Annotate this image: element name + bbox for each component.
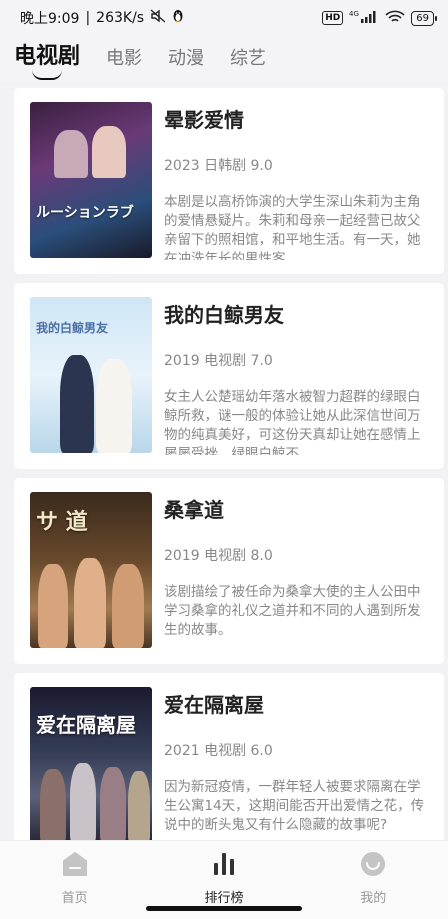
status-divider: | (85, 10, 91, 26)
poster-image: 我的白鲸男友 (30, 297, 152, 453)
poster-image: 爱在隔离屋 (30, 687, 152, 840)
home-icon (61, 851, 89, 881)
poster-figure (40, 769, 66, 840)
poster-title: 爱在隔离屋 (36, 713, 136, 737)
poster-title: ルーションラブ (36, 205, 134, 221)
poster-figure (96, 359, 132, 453)
item-title: 桑拿道 (164, 498, 224, 522)
poster-figure (74, 558, 106, 648)
item-title: 爱在隔离屋 (164, 693, 264, 717)
tab-movies[interactable]: 电影 (106, 44, 142, 76)
list-item[interactable]: 我的白鲸男友 我的白鲸男友 2019 电视剧 7.0 女主人公楚瑶幼年落水被智力… (14, 283, 444, 469)
list-item[interactable]: 爱在隔离屋 爱在隔离屋 2021 电视剧 6.0 因为新冠疫情，一群年轻人被要求… (14, 673, 444, 840)
tab-label: 动漫 (168, 48, 205, 69)
item-meta: 2019 电视剧 8.0 (164, 548, 273, 564)
item-description: 该剧描绘了被任命为桑拿大使的主人公田中学习桑拿的礼仪之道并和不同的人遇到所发生的… (164, 584, 421, 638)
home-indicator[interactable] (146, 906, 302, 911)
tab-label: 电影 (106, 48, 143, 69)
item-info: 爱在隔离屋 2021 电视剧 6.0 因为新冠疫情，一群年轻人被要求隔离在学生公… (164, 687, 430, 840)
status-speed: 263K/s (96, 10, 145, 26)
poster-figure (112, 564, 144, 648)
item-title: 晕影爱情 (164, 108, 244, 132)
nav-label: 排行榜 (204, 891, 244, 906)
item-meta: 2021 电视剧 6.0 (164, 743, 273, 759)
item-description: 因为新冠疫情，一群年轻人被要求隔离在学生公寓14天，这期间能否开出爱情之花，传说… (164, 779, 425, 833)
nav-ranking[interactable]: 排行榜 (174, 851, 274, 906)
chart-icon (210, 851, 238, 881)
poster-figure (38, 564, 68, 648)
signal-icon: 4G (349, 10, 379, 27)
item-info: 我的白鲸男友 2019 电视剧 7.0 女主人公楚瑶幼年落水被智力超群的绿眼白鲸… (164, 297, 430, 455)
poster-title: 我的白鲸男友 (36, 321, 109, 335)
poster-figure (60, 355, 94, 453)
tab-label: 综艺 (230, 48, 267, 69)
poster-figure (128, 771, 150, 840)
item-description: 本剧是以高桥饰演的大学生深山朱莉为主角的爱情悬疑片。朱莉和母亲一起经营已故父亲留… (164, 194, 421, 260)
poster-image: サ 道 (30, 492, 152, 648)
category-tabs: 电视剧 电影 动漫 综艺 (0, 36, 448, 82)
network-type: 4G (349, 10, 359, 18)
item-meta: 2019 电视剧 7.0 (164, 353, 273, 369)
profile-icon (359, 851, 387, 881)
poster-figure (100, 767, 126, 840)
poster-title: サ 道 (36, 510, 88, 535)
wifi-icon (385, 10, 405, 27)
hd-icon: HD (322, 11, 344, 25)
active-tab-indicator (32, 70, 62, 80)
nav-label: 首页 (61, 891, 88, 906)
tab-tv-series[interactable]: 电视剧 (14, 38, 81, 80)
battery-icon: 69 (411, 10, 437, 26)
list-item[interactable]: ルーションラブ 晕影爱情 2023 日韩剧 9.0 本剧是以高桥饰演的大学生深山… (14, 88, 444, 274)
penguin-icon (172, 9, 184, 27)
poster-figure (70, 763, 96, 840)
drama-list[interactable]: ルーションラブ 晕影爱情 2023 日韩剧 9.0 本剧是以高桥饰演的大学生深山… (14, 88, 444, 840)
item-info: 晕影爱情 2023 日韩剧 9.0 本剧是以高桥饰演的大学生深山朱莉为主角的爱情… (164, 102, 430, 260)
item-description: 女主人公楚瑶幼年落水被智力超群的绿眼白鲸所救，谜一般的体验让她从此深信世间万物的… (164, 389, 421, 455)
tab-variety[interactable]: 综艺 (230, 44, 266, 76)
item-meta: 2023 日韩剧 9.0 (164, 158, 273, 174)
poster-image: ルーションラブ (30, 102, 152, 258)
status-right: HD 4G 69 (322, 10, 437, 27)
poster-figure (54, 130, 88, 178)
poster-figure (92, 126, 126, 178)
status-bar: 晚上9:09 | 263K/s HD 4G 69 (0, 0, 448, 36)
nav-label: 我的 (360, 891, 387, 906)
item-info: 桑拿道 2019 电视剧 8.0 该剧描绘了被任命为桑拿大使的主人公田中学习桑拿… (164, 492, 430, 650)
tab-label: 电视剧 (14, 44, 81, 69)
item-title: 我的白鲸男友 (164, 303, 284, 327)
nav-home[interactable]: 首页 (25, 851, 125, 906)
nav-profile[interactable]: 我的 (323, 851, 423, 906)
status-time: 晚上9:09 (20, 11, 80, 27)
status-left: 晚上9:09 | 263K/s (20, 8, 184, 28)
tab-anime[interactable]: 动漫 (168, 44, 204, 76)
list-item[interactable]: サ 道 桑拿道 2019 电视剧 8.0 该剧描绘了被任命为桑拿大使的主人公田中… (14, 478, 444, 664)
mute-icon (150, 9, 166, 27)
